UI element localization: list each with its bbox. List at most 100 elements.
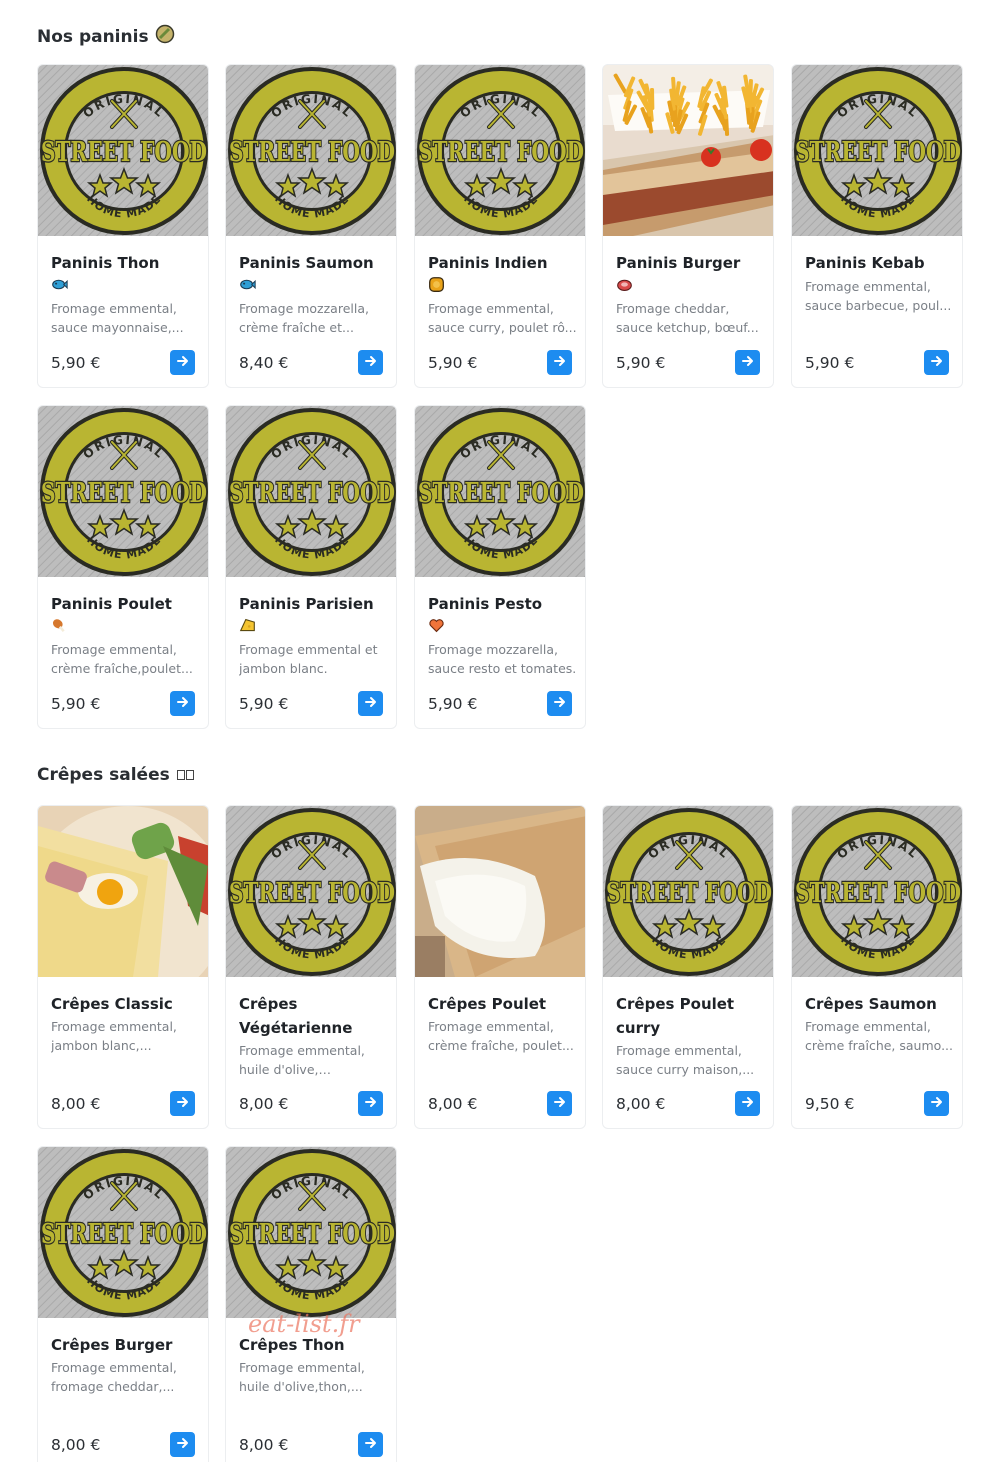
product-description: Fromage emmental, huile d'olive, poivron… <box>239 1043 365 1077</box>
product-image[interactable]: ORIGINAL HOME MADE STREET FOOD <box>226 806 396 977</box>
product-price: 8,40 € <box>239 354 289 372</box>
product-image[interactable]: ORIGINAL HOME MADE STREET FOOD <box>792 65 962 236</box>
product-card[interactable]: ORIGINAL HOME MADE STREET FOOD Crêpes Sa… <box>791 805 963 1129</box>
product-image[interactable] <box>415 806 585 977</box>
product-name[interactable]: Paninis Pesto <box>428 592 578 616</box>
arrow-right-icon <box>741 353 755 372</box>
product-name[interactable]: Paninis Burger <box>616 251 766 275</box>
product-name[interactable]: Crêpes Poulet <box>428 992 578 1016</box>
watermark: eat-list.fr <box>248 1310 360 1338</box>
open-product-button[interactable] <box>547 691 572 716</box>
street-food-logo: ORIGINAL HOME MADE STREET FOOD <box>38 406 208 577</box>
diet-icons <box>616 276 633 297</box>
open-product-button[interactable] <box>924 350 949 375</box>
diet-icons <box>51 276 68 297</box>
product-name[interactable]: Paninis Indien <box>428 251 578 275</box>
product-image[interactable]: ORIGINAL HOME MADE STREET FOOD <box>226 406 396 577</box>
product-card[interactable]: ORIGINAL HOME MADE STREET FOOD Paninis I… <box>414 64 586 388</box>
open-product-button[interactable] <box>547 350 572 375</box>
product-image[interactable]: ORIGINAL HOME MADE STREET FOOD <box>226 65 396 236</box>
product-image[interactable] <box>603 65 773 236</box>
product-name[interactable]: Paninis Parisien <box>239 592 389 616</box>
product-card[interactable]: ORIGINAL HOME MADE STREET FOOD Crêpes Vé… <box>225 805 397 1129</box>
photo-crepe-cheese <box>415 806 585 977</box>
product-price: 5,90 € <box>805 354 855 372</box>
product-name[interactable]: Crêpes Burger <box>51 1333 201 1357</box>
chicken-leg-icon <box>51 617 68 638</box>
arrow-right-icon <box>364 353 378 372</box>
product-card[interactable]: ORIGINAL HOME MADE STREET FOOD Crêpes Th… <box>225 1146 397 1462</box>
product-card[interactable]: ORIGINAL HOME MADE STREET FOOD Paninis P… <box>225 405 397 729</box>
product-card[interactable]: ORIGINAL HOME MADE STREET FOOD Paninis S… <box>225 64 397 388</box>
product-image[interactable]: ORIGINAL HOME MADE STREET FOOD <box>226 1147 396 1318</box>
product-description: Fromage cheddar, sauce ketchup, bœuf... <box>616 301 759 335</box>
open-product-button[interactable] <box>170 1432 195 1457</box>
street-food-logo: ORIGINAL HOME MADE STREET FOOD <box>603 806 773 977</box>
product-card[interactable]: ORIGINAL HOME MADE STREET FOOD Paninis P… <box>37 405 209 729</box>
arrow-right-icon <box>176 1435 190 1454</box>
product-card[interactable]: Crêpes Classic Fromage emmental, jambon … <box>37 805 209 1129</box>
product-name[interactable]: Crêpes Saumon <box>805 992 955 1016</box>
arrow-right-icon <box>364 694 378 713</box>
product-description: Fromage emmental, jambon blanc,... <box>51 1019 177 1053</box>
diet-icons <box>239 276 256 297</box>
open-product-button[interactable] <box>924 1091 949 1116</box>
product-image[interactable]: ORIGINAL HOME MADE STREET FOOD <box>603 806 773 977</box>
product-image[interactable] <box>38 806 208 977</box>
product-image[interactable]: ORIGINAL HOME MADE STREET FOOD <box>38 65 208 236</box>
product-card[interactable]: ORIGINAL HOME MADE STREET FOOD Paninis T… <box>37 64 209 388</box>
street-food-logo: ORIGINAL HOME MADE STREET FOOD <box>415 406 585 577</box>
open-product-button[interactable] <box>358 1432 383 1457</box>
open-product-button[interactable] <box>170 691 195 716</box>
open-product-button[interactable] <box>170 350 195 375</box>
heart-icon <box>428 617 445 638</box>
open-product-button[interactable] <box>170 1091 195 1116</box>
fish-icon <box>51 276 68 297</box>
product-price: 5,90 € <box>428 695 478 713</box>
open-product-button[interactable] <box>547 1091 572 1116</box>
product-name[interactable]: Crêpes Végétarienne <box>239 992 389 1040</box>
product-image[interactable]: ORIGINAL HOME MADE STREET FOOD <box>415 406 585 577</box>
open-product-button[interactable] <box>735 1091 760 1116</box>
product-image[interactable]: ORIGINAL HOME MADE STREET FOOD <box>792 806 962 977</box>
arrow-right-icon <box>364 1094 378 1113</box>
product-description: Fromage emmental, crème fraîche, saumo..… <box>805 1019 953 1053</box>
product-card[interactable]: ORIGINAL HOME MADE STREET FOOD Crêpes Bu… <box>37 1146 209 1462</box>
logo-main-text: STREET FOOD <box>41 1219 207 1250</box>
logo-main-text: STREET FOOD <box>229 878 395 909</box>
arrow-right-icon <box>176 694 190 713</box>
product-card[interactable]: ORIGINAL HOME MADE STREET FOOD Paninis K… <box>791 64 963 388</box>
product-image[interactable]: ORIGINAL HOME MADE STREET FOOD <box>38 1147 208 1318</box>
missing-glyph-icon <box>176 765 194 785</box>
product-description: Fromage emmental, crème fraîche,poulet..… <box>51 642 193 676</box>
logo-main-text: STREET FOOD <box>795 878 961 909</box>
logo-main-text: STREET FOOD <box>418 137 584 168</box>
product-card[interactable]: ORIGINAL HOME MADE STREET FOOD Paninis P… <box>414 405 586 729</box>
product-name[interactable]: Crêpes Poulet curry <box>616 992 766 1040</box>
product-name[interactable]: Paninis Poulet <box>51 592 201 616</box>
product-card[interactable]: ORIGINAL HOME MADE STREET FOOD Crêpes Po… <box>602 805 774 1129</box>
logo-main-text: STREET FOOD <box>795 137 961 168</box>
product-card[interactable]: Paninis Burger Fromage cheddar, sauce ke… <box>602 64 774 388</box>
open-product-button[interactable] <box>358 1091 383 1116</box>
product-description: Fromage emmental, crème fraîche, poulet.… <box>428 1019 574 1053</box>
product-name[interactable]: Paninis Thon <box>51 251 201 275</box>
product-image[interactable]: ORIGINAL HOME MADE STREET FOOD <box>415 65 585 236</box>
street-food-logo: ORIGINAL HOME MADE STREET FOOD <box>792 806 962 977</box>
open-product-button[interactable] <box>358 691 383 716</box>
open-product-button[interactable] <box>735 350 760 375</box>
meat-icon <box>616 276 633 297</box>
product-card[interactable]: Crêpes Poulet Fromage emmental, crème fr… <box>414 805 586 1129</box>
product-price: 5,90 € <box>51 354 101 372</box>
product-image[interactable]: ORIGINAL HOME MADE STREET FOOD <box>38 406 208 577</box>
arrow-right-icon <box>741 1094 755 1113</box>
product-name[interactable]: Paninis Kebab <box>805 251 955 275</box>
open-product-button[interactable] <box>358 350 383 375</box>
product-description: Fromage mozzarella, crème fraîche et... <box>239 301 369 335</box>
diet-icons <box>51 617 68 638</box>
product-name[interactable]: Paninis Saumon <box>239 251 389 275</box>
product-name[interactable]: Crêpes Classic <box>51 992 201 1016</box>
section-title-paninis: Nos paninis <box>37 24 175 49</box>
fish-icon <box>239 276 256 297</box>
street-food-logo: ORIGINAL HOME MADE STREET FOOD <box>38 65 208 236</box>
